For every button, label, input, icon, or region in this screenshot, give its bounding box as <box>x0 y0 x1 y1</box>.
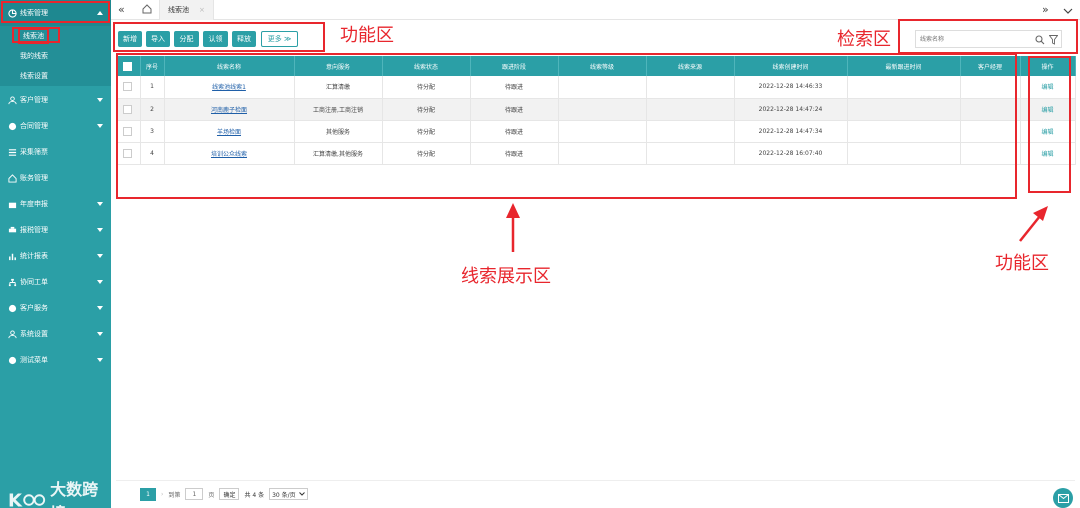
watermark-text: 大数跨境 <box>50 480 99 508</box>
chevron-down-icon <box>97 358 103 362</box>
sidebar-item-contract[interactable]: 合同管理 <box>0 113 111 139</box>
chevron-down-icon <box>97 306 103 310</box>
sidebar-sub-clue-settings[interactable]: 线索设置 <box>0 66 111 86</box>
printer-icon <box>7 225 17 235</box>
annotation-label-search: 检索区 <box>837 29 891 50</box>
page-unit-label: 页 <box>208 491 215 499</box>
sidebar-item-customer[interactable]: 客户管理 <box>0 87 111 113</box>
sidebar: 线索管理 线索池 我的线索 线索设置 客户管理 合同管理 采集筛票 账务管理 年… <box>0 0 111 508</box>
sidebar-item-label: 报税管理 <box>20 226 48 234</box>
home-icon <box>7 173 17 183</box>
chevron-down-icon <box>97 202 103 206</box>
double-chevron-right-icon[interactable]: » <box>1042 3 1049 16</box>
sidebar-item-service[interactable]: 客户服务 <box>0 295 111 321</box>
sidebar-item-label: 协同工单 <box>20 278 48 286</box>
page-number-current[interactable]: 1 <box>140 487 156 501</box>
sidebar-item-settings[interactable]: 系统设置 <box>0 321 111 347</box>
sidebar-item-label: 年度申报 <box>20 200 48 208</box>
close-icon[interactable]: × <box>199 6 205 14</box>
annotation-label-func-left: 功能区 <box>340 25 394 46</box>
sidebar-item-label: 客户服务 <box>20 304 48 312</box>
bar-chart-icon <box>7 251 17 261</box>
sidebar-item-reports[interactable]: 统计报表 <box>0 243 111 269</box>
folder-icon <box>7 199 17 209</box>
sidebar-item-workorder[interactable]: 协同工单 <box>0 269 111 295</box>
pagination: 1 › 到第 1 页 确定 共 4 条 30 条/页 <box>140 487 308 501</box>
sidebar-item-label: 测试菜单 <box>20 356 48 364</box>
annotation-box-toolbar <box>113 22 325 52</box>
goto-label: 到第 <box>168 491 181 499</box>
message-icon[interactable] <box>1053 488 1073 508</box>
sidebar-item-label: 客户管理 <box>20 96 48 104</box>
annotation-box-menu <box>1 1 110 23</box>
annotation-box-submenu <box>12 27 60 43</box>
page-size-value: 30 条/页 <box>272 491 296 499</box>
sitemap-icon <box>7 277 17 287</box>
arrow-up-table <box>506 203 520 252</box>
chevron-down-icon <box>298 492 305 496</box>
watermark-logo: K 大数跨境 <box>8 476 111 508</box>
sidebar-item-label: 采集筛票 <box>20 148 48 156</box>
annotation-box-search <box>898 19 1078 54</box>
sidebar-item-label: 账务管理 <box>20 174 48 182</box>
home-icon[interactable] <box>142 4 152 17</box>
sidebar-item-collect[interactable]: 采集筛票 <box>0 139 111 165</box>
tab-bar: « 线索池 × » <box>111 0 1080 20</box>
sidebar-item-test[interactable]: 测试菜单 <box>0 347 111 373</box>
sidebar-item-label: 合同管理 <box>20 122 48 130</box>
chevron-down-icon <box>97 254 103 258</box>
total-count: 共 4 条 <box>244 491 265 499</box>
chevron-down-icon <box>97 332 103 336</box>
annotation-label-func-right: 功能区 <box>995 253 1049 274</box>
user-icon <box>7 95 17 105</box>
next-page-icon[interactable]: › <box>161 491 163 498</box>
page-size-select[interactable]: 30 条/页 <box>269 488 308 500</box>
chevron-down-icon <box>97 280 103 284</box>
sidebar-item-accounts[interactable]: 账务管理 <box>0 165 111 191</box>
user-outline-icon <box>7 329 17 339</box>
sidebar-item-label: 统计报表 <box>20 252 48 260</box>
tab-label: 线索池 <box>168 6 189 14</box>
sidebar-item-annual[interactable]: 年度申报 <box>0 191 111 217</box>
sidebar-item-tax[interactable]: 报税管理 <box>0 217 111 243</box>
sidebar-sub-label: 我的线索 <box>20 52 48 60</box>
goto-confirm-button[interactable]: 确定 <box>219 488 240 500</box>
sidebar-item-label: 系统设置 <box>20 330 48 338</box>
chevron-down-icon[interactable] <box>1063 5 1073 18</box>
annotation-box-ops <box>1028 56 1071 193</box>
double-chevron-left-icon[interactable]: « <box>118 3 125 16</box>
sidebar-sub-label: 线索设置 <box>20 72 48 80</box>
svg-text:K: K <box>8 491 23 508</box>
headset-icon <box>7 303 17 313</box>
person-icon <box>7 121 17 131</box>
annotation-box-table <box>116 53 1017 199</box>
annotation-label-display: 线索展示区 <box>461 266 551 287</box>
divider <box>116 480 1075 481</box>
chevron-down-icon <box>97 228 103 232</box>
list-icon <box>7 147 17 157</box>
globe-icon <box>7 355 17 365</box>
chevron-down-icon <box>97 98 103 102</box>
arrow-up-ops <box>1019 206 1048 242</box>
tab-clue-pool[interactable]: 线索池 × <box>159 0 214 20</box>
goto-page-input[interactable]: 1 <box>185 488 204 500</box>
sidebar-sub-my-clues[interactable]: 我的线索 <box>0 46 111 66</box>
chevron-down-icon <box>97 124 103 128</box>
